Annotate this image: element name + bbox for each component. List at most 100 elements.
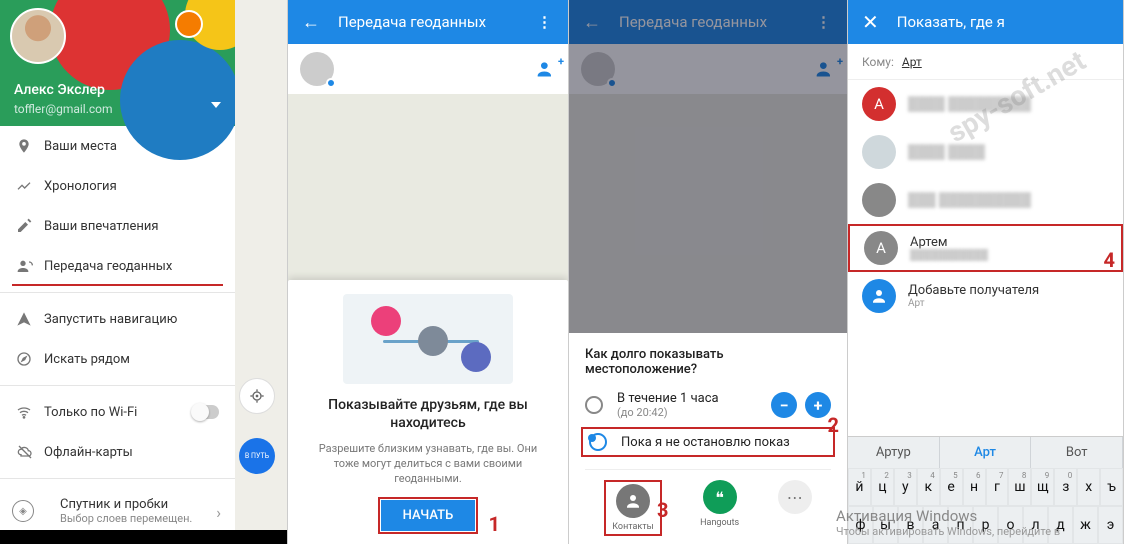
suggestion[interactable]: Арт xyxy=(940,437,1032,468)
menu-label: Офлайн-карты xyxy=(44,445,133,460)
screen-drawer: Алекс Экслер toffler@gmail.com Ваши мест… xyxy=(0,0,288,544)
key[interactable]: р xyxy=(973,506,998,544)
key[interactable]: щ9 xyxy=(1031,468,1054,506)
app-header: ✕ Показать, где я xyxy=(848,0,1123,44)
key[interactable]: в xyxy=(898,506,923,544)
recipient-input-row[interactable]: Кому: Арт xyxy=(848,44,1123,80)
key[interactable]: ъ xyxy=(1100,468,1123,506)
key[interactable]: ш8 xyxy=(1008,468,1031,506)
menu-explore-nearby[interactable]: Искать рядом xyxy=(0,339,235,379)
map-background[interactable]: В ПУТЬ xyxy=(235,0,287,544)
suggestion[interactable]: Вот xyxy=(1031,437,1123,468)
menu-location-sharing[interactable]: Передача геоданных xyxy=(0,246,235,286)
contact-row[interactable]: А ████ █████████ xyxy=(848,80,1123,128)
user-email: toffler@gmail.com xyxy=(14,102,113,116)
menu-start-navigation[interactable]: Запустить навигацию xyxy=(0,299,235,339)
suggestion[interactable]: Артур xyxy=(848,437,940,468)
option-1-hour[interactable]: В течение 1 часа (до 20:42) − + xyxy=(585,391,831,419)
key[interactable]: ж xyxy=(1073,506,1098,544)
add-recipient-row[interactable]: Добавьте получателя Арт xyxy=(848,272,1123,320)
annotation-number: 4 xyxy=(1104,248,1115,272)
sheet-question: Как долго показывать местоположение? xyxy=(585,347,831,377)
contact-row[interactable]: ███ ██████████ xyxy=(848,176,1123,224)
annotation-number: 3 xyxy=(657,498,668,522)
key[interactable]: х xyxy=(1077,468,1100,506)
menu-wifi-only[interactable]: Только по Wi-Fi xyxy=(0,392,235,432)
key[interactable]: ц2 xyxy=(871,468,894,506)
person-icon xyxy=(862,279,896,313)
secondary-account-avatar[interactable] xyxy=(175,10,203,38)
self-avatar[interactable] xyxy=(581,52,615,86)
key[interactable]: е5 xyxy=(940,468,963,506)
share-label xyxy=(794,518,796,528)
close-icon[interactable]: ✕ xyxy=(862,10,879,34)
share-contacts[interactable]: Контакты xyxy=(604,480,661,536)
annotation-box: НАЧАТЬ xyxy=(378,497,479,534)
start-button[interactable]: НАЧАТЬ xyxy=(381,500,476,531)
contact-row-selected[interactable]: А Артем ███████████ xyxy=(848,224,1123,272)
user-avatar[interactable] xyxy=(10,8,66,64)
share-hangouts[interactable]: ❝ Hangouts xyxy=(700,480,739,536)
overflow-menu-icon[interactable]: ⋮ xyxy=(537,13,554,31)
account-dropdown-icon[interactable] xyxy=(211,102,221,108)
key[interactable]: й1 xyxy=(848,468,871,506)
map-area[interactable]: Показывайте друзьям, где вы находитесь Р… xyxy=(288,94,568,544)
add-recipient-label: Добавьте получателя xyxy=(908,283,1109,298)
share-label: Контакты xyxy=(612,522,653,532)
menu-label: Передача геоданных xyxy=(44,259,172,274)
key[interactable]: л xyxy=(1023,506,1048,544)
add-person-button[interactable] xyxy=(815,59,835,79)
radio-icon[interactable] xyxy=(589,433,607,451)
menu-label: Ваши впечатления xyxy=(44,219,159,234)
divider xyxy=(0,292,235,293)
back-arrow-icon[interactable]: ← xyxy=(302,12,320,33)
key[interactable]: а xyxy=(923,506,948,544)
duration-sheet: Как долго показывать местоположение? В т… xyxy=(569,333,847,544)
directions-fab[interactable]: В ПУТЬ xyxy=(239,438,275,474)
key[interactable]: з0 xyxy=(1054,468,1077,506)
contact-row[interactable]: ████ ████ xyxy=(848,128,1123,176)
menu-timeline[interactable]: Хронология xyxy=(0,166,235,206)
drawer-header[interactable]: Алекс Экслер toffler@gmail.com xyxy=(0,0,235,126)
share-more[interactable]: ⋯ xyxy=(778,480,812,536)
annotation-number: 1 xyxy=(489,512,500,536)
hangouts-icon: ❝ xyxy=(703,480,737,514)
navigation-icon xyxy=(16,311,44,327)
key[interactable]: д xyxy=(1048,506,1073,544)
key[interactable]: г7 xyxy=(986,468,1009,506)
app-header: ← Передача геоданных ⋮ xyxy=(569,0,847,44)
share-label: Hangouts xyxy=(700,518,739,528)
self-avatar[interactable] xyxy=(300,52,334,86)
menu-impressions[interactable]: Ваши впечатления xyxy=(0,206,235,246)
user-name: Алекс Экслер xyxy=(14,82,105,98)
card-text: Разрешите близким узнавать, где вы. Они … xyxy=(308,442,548,487)
keyboard-suggestions: Артур Арт Вот xyxy=(848,436,1123,468)
contact-meta: ███████████ xyxy=(910,250,1107,261)
wifi-toggle[interactable] xyxy=(193,405,219,419)
back-arrow-icon[interactable]: ← xyxy=(583,12,601,33)
add-person-button[interactable] xyxy=(536,59,556,79)
overflow-menu-icon[interactable]: ⋮ xyxy=(816,13,833,31)
key[interactable]: к4 xyxy=(917,468,940,506)
menu-offline-maps[interactable]: Офлайн-карты xyxy=(0,432,235,472)
share-targets: Контакты ❝ Hangouts ⋯ xyxy=(585,469,831,536)
contact-name: ████ █████████ xyxy=(908,96,1109,112)
radio-icon[interactable] xyxy=(585,396,603,414)
contacts-icon xyxy=(616,484,650,518)
key[interactable]: у3 xyxy=(894,468,917,506)
option-sublabel: (до 20:42) xyxy=(617,406,767,419)
key[interactable]: э xyxy=(1098,506,1123,544)
people-bar xyxy=(288,44,568,94)
my-location-button[interactable] xyxy=(239,378,275,414)
key[interactable]: ф xyxy=(848,506,873,544)
screen-intro: ← Передача геоданных ⋮ Показывайте друзь… xyxy=(288,0,569,544)
header-title: Передача геоданных xyxy=(619,13,816,31)
key[interactable]: ы xyxy=(873,506,898,544)
layers-subtitle: Выбор слоев перемещен. xyxy=(60,512,219,525)
decrease-button[interactable]: − xyxy=(771,392,797,418)
key[interactable]: о xyxy=(998,506,1023,544)
key[interactable]: п xyxy=(948,506,973,544)
option-until-stop[interactable]: Пока я не остановлю показ xyxy=(581,427,835,457)
option-label: В течение 1 часа xyxy=(617,391,767,406)
key[interactable]: н6 xyxy=(963,468,986,506)
